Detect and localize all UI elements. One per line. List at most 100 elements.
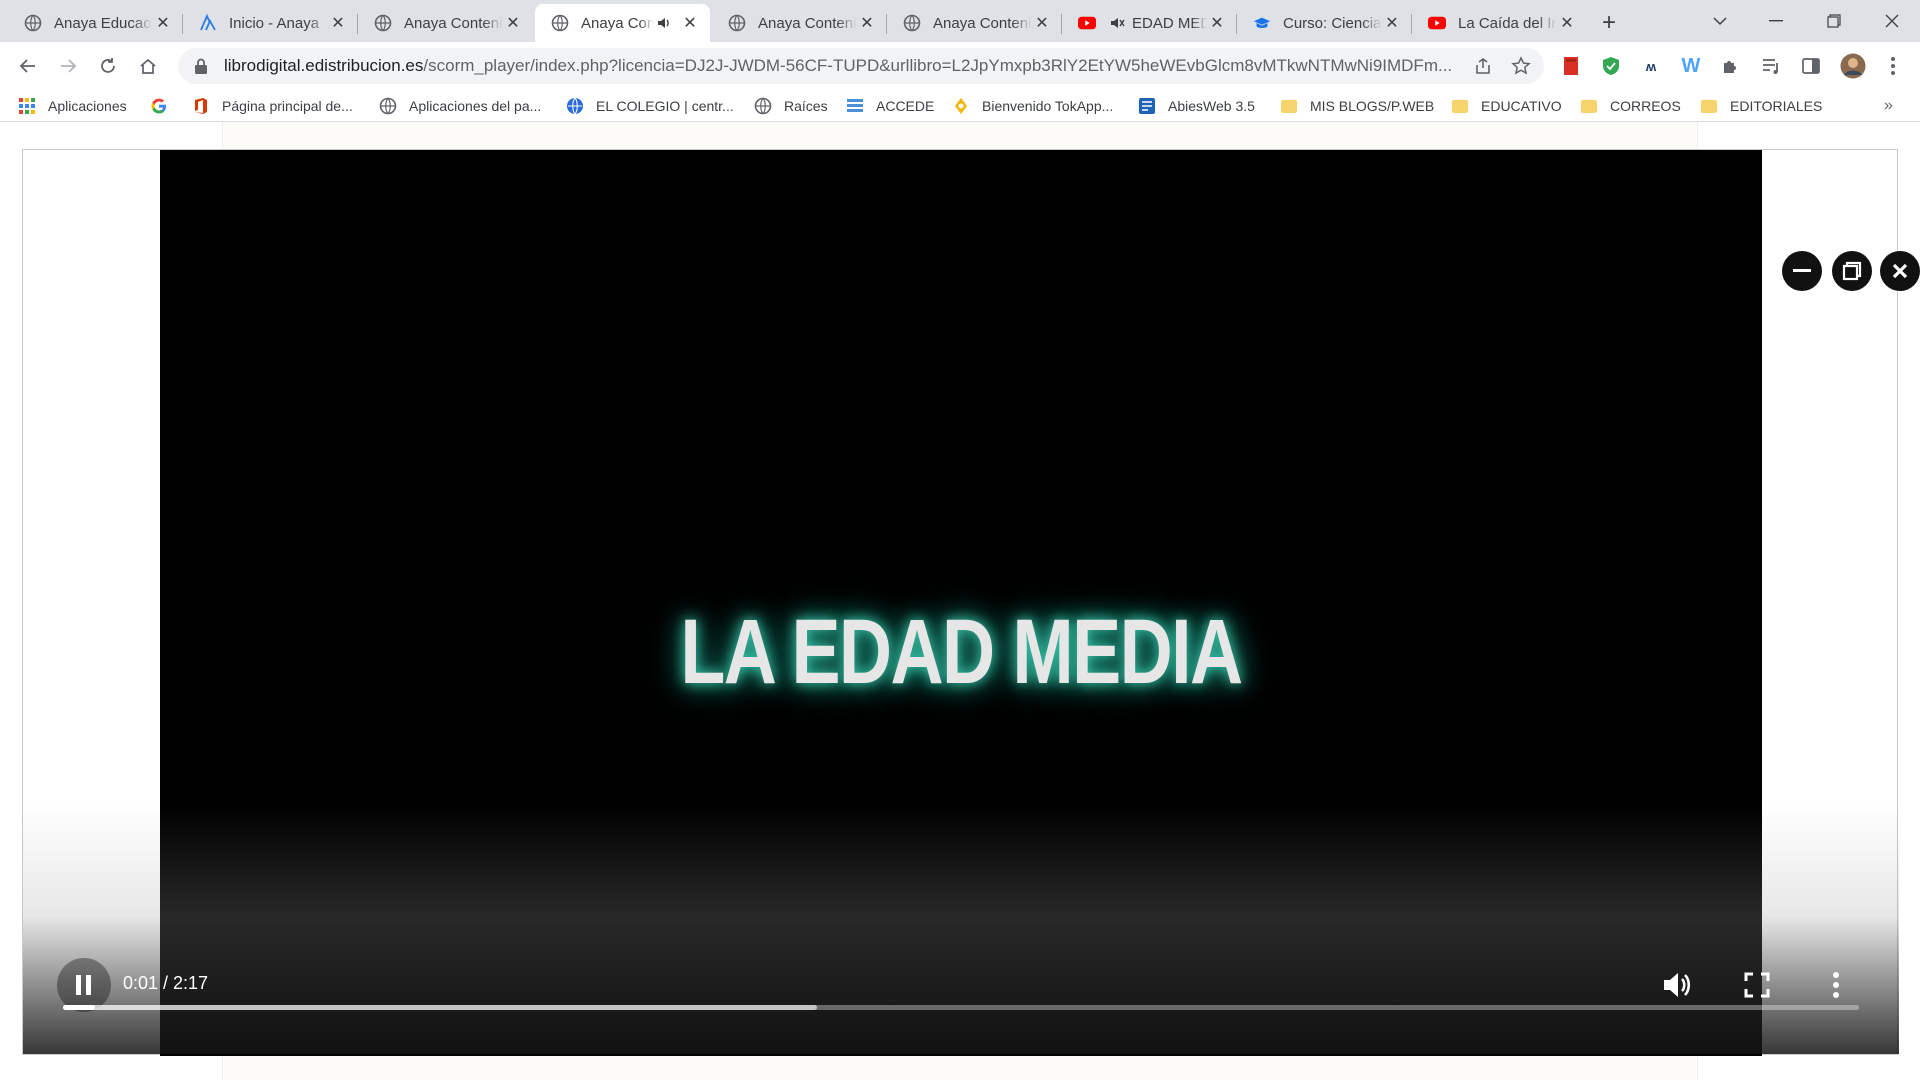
folder-icon [1280,97,1298,115]
url-host: librodigital.edistribucion.es [224,56,424,75]
tab-1[interactable]: Inicio - Anaya ✕ [183,4,358,42]
played-range [63,1005,96,1010]
bookmark-label: EDUCATIVO [1481,98,1562,114]
tab-7[interactable]: Curso: Ciencias ✕ [1237,4,1412,42]
puzzle-extensions-icon[interactable] [1718,53,1744,79]
close-icon[interactable]: ✕ [857,13,877,33]
reload-icon[interactable] [92,50,124,82]
close-icon [1892,263,1908,279]
apps-grid-icon [18,97,36,115]
bookmark-label: EL COLEGIO | centr... [596,98,734,114]
bookmark-pagina-principal[interactable]: Página principal de... [192,94,353,118]
w-extension-icon[interactable]: W [1678,53,1704,79]
new-tab-button[interactable]: + [1594,8,1624,38]
tab-search-chevron-icon[interactable] [1692,0,1748,42]
bookmark-folder-correos[interactable]: CORREOS [1580,94,1681,118]
close-icon[interactable]: ✕ [503,13,523,33]
tab-2[interactable]: Anaya Contenidos ✕ [358,4,533,42]
muted-speaker-icon [1108,14,1126,32]
volume-button[interactable] [1657,965,1697,1005]
minimize-viewer-button[interactable] [1782,251,1822,291]
video-player[interactable]: LA EDAD MEDIA 0:01 / 2:17 [22,149,1899,1056]
green-shield-extension-icon[interactable] [1598,53,1624,79]
mendeley-extension-icon[interactable]: ʍ [1638,53,1664,79]
bookmark-aplicaciones[interactable]: Aplicaciones [18,94,127,118]
close-icon[interactable]: ✕ [328,13,348,33]
minimize-window-icon[interactable] [1748,0,1804,42]
tab-strip: Anaya Educación ✕ Inicio - Anaya ✕ Anaya… [0,0,1920,42]
speaker-icon[interactable] [654,13,674,33]
close-window-icon[interactable] [1864,0,1920,42]
bookmark-star-icon[interactable] [1508,53,1534,79]
tab-3-active[interactable]: Anaya Contenidos ✕ [535,4,710,42]
tab-title: Inicio - Anaya [229,14,320,32]
tab-title: Anaya Contenidos [933,14,1032,32]
bookmark-accede[interactable]: ACCEDE [846,94,934,118]
tab-title: Anaya Educación [54,14,153,32]
side-panel-icon[interactable] [1798,53,1824,79]
address-bar[interactable]: librodigital.edistribucion.es/scorm_play… [178,48,1544,84]
tab-title: Anaya Contenidos [581,14,654,32]
pause-button[interactable] [57,958,111,1012]
globe-icon [903,14,921,32]
bookmark-abiesweb[interactable]: AbiesWeb 3.5 [1138,94,1255,118]
bookmark-label: Raíces [784,98,828,114]
folder-icon [1700,97,1718,115]
red-book-extension-icon[interactable] [1558,53,1584,79]
browser-toolbar: librodigital.edistribucion.es/scorm_play… [0,42,1920,90]
bookmark-google[interactable] [150,94,168,118]
tab-4[interactable]: Anaya Contenidos ✕ [712,4,887,42]
close-icon[interactable]: ✕ [1032,13,1052,33]
page-content: LA EDAD MEDIA 0:01 / 2:17 [0,122,1920,1080]
bookmark-label: Aplicaciones del pa... [409,98,542,114]
back-arrow-icon[interactable] [12,50,44,82]
bookmark-aplicaciones-del-pa[interactable]: Aplicaciones del pa... [379,94,541,118]
bookmark-folder-editoriales[interactable]: EDITORIALES [1700,94,1822,118]
close-icon[interactable]: ✕ [1382,13,1402,33]
bookmark-tokapp[interactable]: Bienvenido TokApp... [952,94,1113,118]
tab-title: La Caída del Imperio [1458,14,1557,32]
profile-avatar[interactable] [1840,53,1866,79]
pause-icon [76,975,91,995]
share-icon[interactable] [1470,53,1496,79]
lock-icon[interactable] [194,58,210,74]
close-icon[interactable]: ✕ [1207,13,1227,33]
bookmark-label: MIS BLOGS/P.WEB [1310,98,1435,114]
forward-arrow-icon[interactable] [52,50,84,82]
more-vert-icon [1833,972,1839,998]
tab-title: Anaya Contenidos [758,14,857,32]
bookmark-label: CORREOS [1610,98,1681,114]
office-icon [192,97,210,115]
chrome-menu-icon[interactable] [1880,53,1906,79]
globe-icon [551,14,569,32]
video-frame[interactable]: LA EDAD MEDIA [160,150,1762,1056]
restore-window-icon[interactable] [1806,0,1862,42]
bookmark-folder-educativo[interactable]: EDUCATIVO [1451,94,1562,118]
google-icon [150,97,168,115]
more-options-button[interactable] [1816,965,1856,1005]
minus-icon [1793,269,1811,272]
volume-icon [1664,973,1691,997]
fullscreen-icon [1744,972,1770,998]
close-icon[interactable]: ✕ [680,13,700,33]
media-queue-icon[interactable] [1758,53,1784,79]
close-viewer-button[interactable] [1880,251,1920,291]
close-icon[interactable]: ✕ [153,13,173,33]
bookmark-label: Bienvenido TokApp... [982,98,1114,114]
tab-6[interactable]: EDAD MEDIA ✕ [1062,4,1237,42]
tab-8[interactable]: La Caída del Imperio ✕ [1412,4,1587,42]
more-bookmarks-chevron-icon[interactable]: » [1884,94,1893,118]
close-icon[interactable]: ✕ [1557,13,1577,33]
fullscreen-button[interactable] [1737,965,1777,1005]
bookmark-el-colegio[interactable]: EL COLEGIO | centr... [566,94,734,118]
bookmark-raices[interactable]: Raíces [754,94,828,118]
restore-viewer-button[interactable] [1832,251,1872,291]
globe-icon [754,97,772,115]
anaya-logo-icon [199,14,217,32]
tab-5[interactable]: Anaya Contenidos ✕ [887,4,1062,42]
progress-bar[interactable] [63,1005,1859,1010]
tab-0[interactable]: Anaya Educación ✕ [8,4,183,42]
home-icon[interactable] [132,50,164,82]
school-globe-icon [566,97,584,115]
bookmark-folder-mis-blogs[interactable]: MIS BLOGS/P.WEB [1280,94,1434,118]
